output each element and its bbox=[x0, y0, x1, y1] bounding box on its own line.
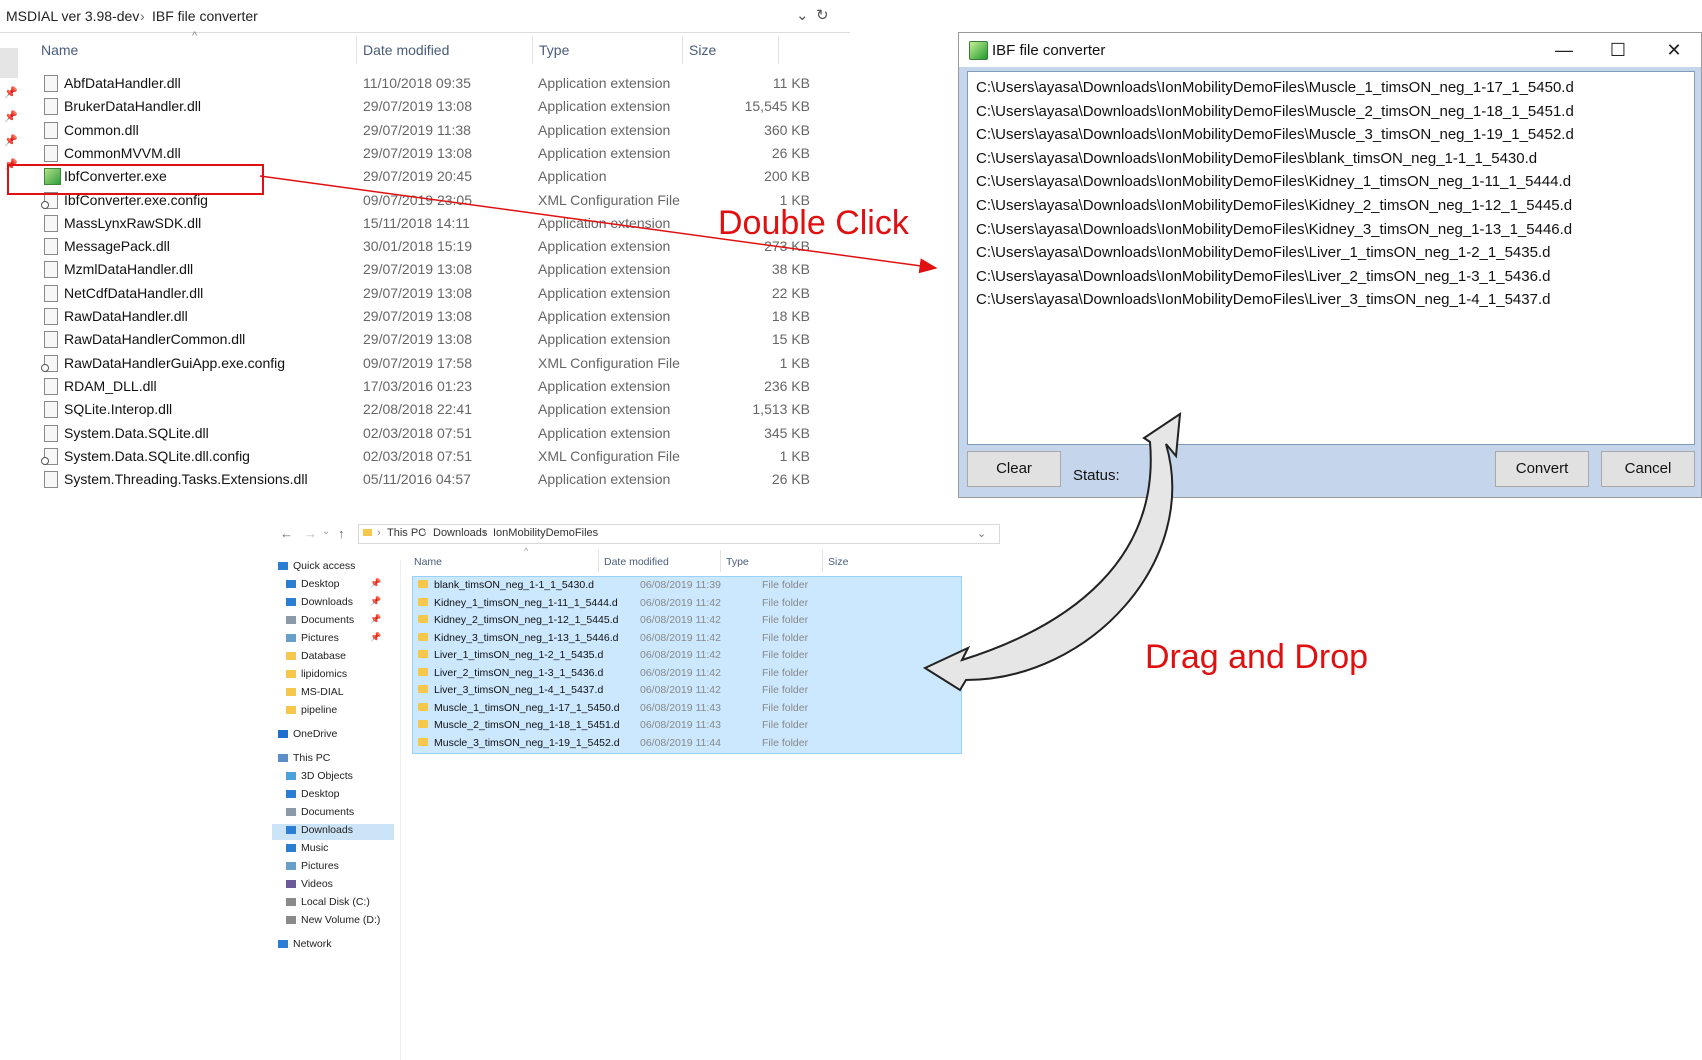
double-click-annotation: Double Click bbox=[718, 204, 909, 242]
annotation-overlay bbox=[259, 175, 1182, 692]
drag-drop-annotation: Drag and Drop bbox=[1145, 638, 1369, 676]
drag-drop-arrow bbox=[922, 412, 1182, 692]
